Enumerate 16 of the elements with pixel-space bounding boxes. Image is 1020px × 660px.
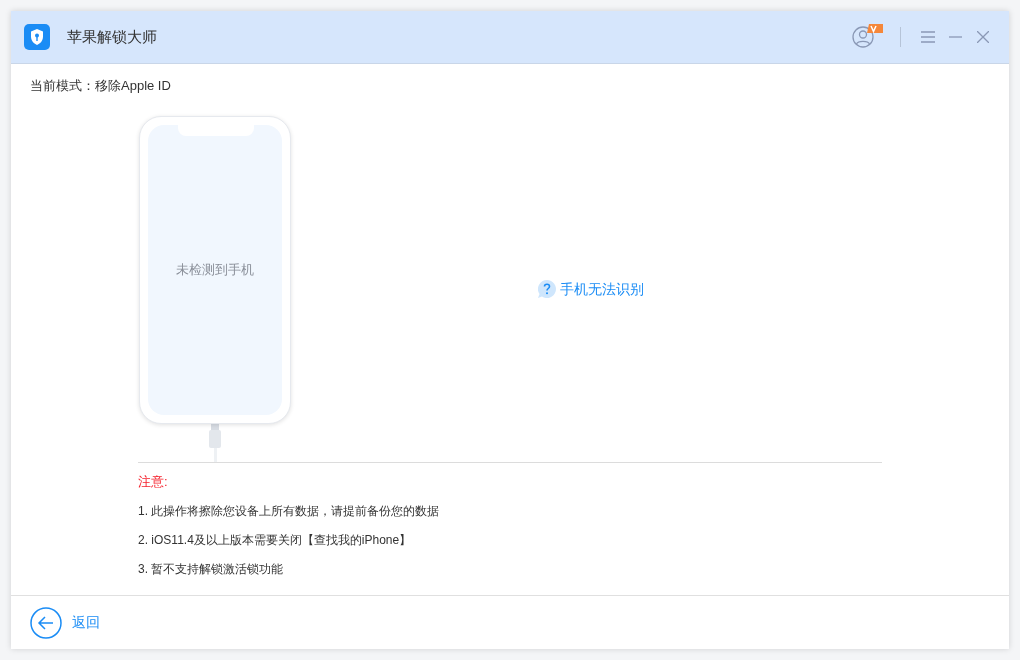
question-icon <box>537 280 556 298</box>
help-link[interactable]: 手机无法识别 <box>537 278 644 300</box>
note-text: 3. 暂不支持解锁激活锁功能 <box>138 561 285 578</box>
back-button[interactable]: 返回 <box>30 606 100 639</box>
menu-icon[interactable] <box>921 31 935 43</box>
phone-status: 未检测到手机 <box>176 261 254 280</box>
shield-key-icon <box>24 24 50 50</box>
vip-badge-icon <box>867 24 883 35</box>
window-title: 苹果解锁大师 <box>67 26 157 47</box>
note-text: 2. iOS11.4及以上版本需要关闭【查找我的iPhone】 <box>138 532 413 549</box>
vip-account-button[interactable] <box>852 24 884 50</box>
user-icon <box>852 26 874 48</box>
mode-label: 当前模式：移除Apple ID <box>30 77 172 95</box>
close-icon[interactable] <box>977 31 989 43</box>
notes-title: 注意: <box>138 473 169 491</box>
note-text: 1. 此操作将擦除您设备上所有数据，请提前备份您的数据 <box>138 503 441 520</box>
